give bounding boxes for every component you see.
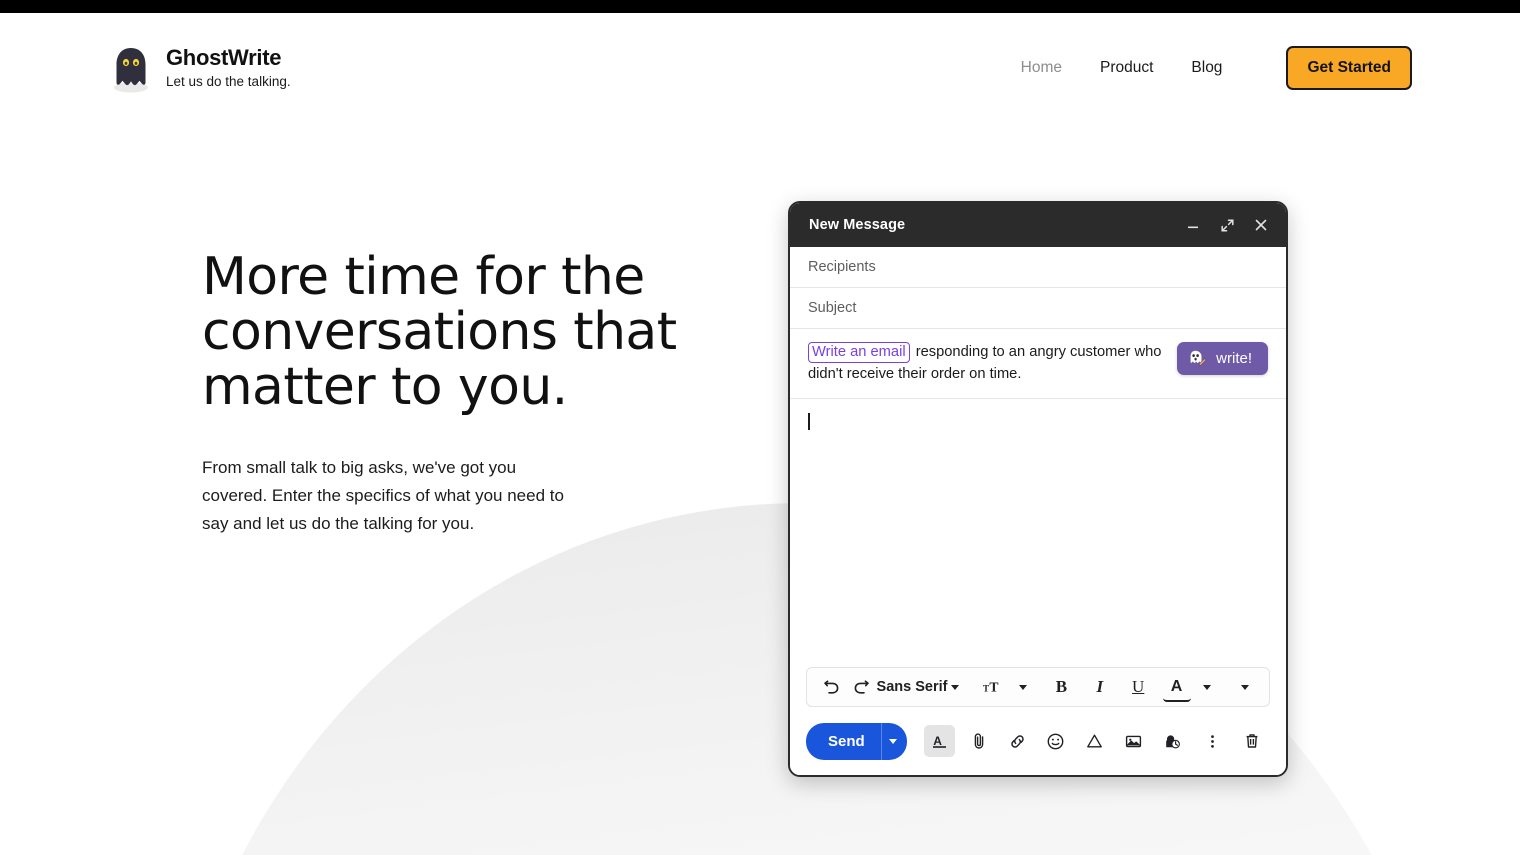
brand-tagline: Let us do the talking.: [166, 74, 291, 90]
write-button[interactable]: write!: [1177, 342, 1268, 375]
bold-icon[interactable]: B: [1047, 672, 1075, 702]
main-navigation: Home Product Blog Get Started: [1002, 46, 1412, 90]
brand-text-group: GhostWrite Let us do the talking.: [166, 45, 291, 91]
prompt-row: Write an email responding to an angry cu…: [790, 329, 1286, 399]
expand-icon[interactable]: [1218, 216, 1236, 234]
recipients-field[interactable]: Recipients: [790, 247, 1286, 288]
compose-window-title: New Message: [809, 217, 906, 233]
nav-link-home[interactable]: Home: [1002, 59, 1081, 77]
compose-window-header: New Message: [790, 203, 1286, 247]
brand-logo-group[interactable]: GhostWrite Let us do the talking.: [108, 42, 291, 94]
trash-icon[interactable]: [1236, 725, 1267, 757]
formatting-options-icon[interactable]: A: [924, 725, 956, 757]
insert-link-icon[interactable]: [1002, 725, 1033, 757]
write-button-label: write!: [1216, 350, 1252, 367]
hero-headline: More time for the conversations that mat…: [202, 247, 677, 417]
insert-photo-icon[interactable]: [1118, 725, 1149, 757]
hero-section: More time for the conversations that mat…: [202, 250, 722, 538]
hero-subtext: From small talk to big asks, we've got y…: [202, 458, 564, 533]
site-header: GhostWrite Let us do the talking. Home P…: [0, 13, 1520, 123]
svg-text:A: A: [934, 734, 943, 748]
underline-icon[interactable]: U: [1124, 672, 1152, 702]
send-button-group[interactable]: Send: [806, 722, 908, 760]
minimize-icon[interactable]: [1184, 216, 1202, 234]
formatting-toolbar: Sans Serif T T B I U A: [806, 667, 1270, 707]
insert-drive-icon[interactable]: [1079, 725, 1110, 757]
subject-field[interactable]: Subject: [790, 288, 1286, 329]
font-size-chevron-down-icon[interactable]: [1009, 672, 1037, 702]
italic-icon[interactable]: I: [1086, 672, 1114, 702]
message-body-input[interactable]: [790, 399, 1286, 667]
send-options-chevron-down-icon[interactable]: [880, 722, 908, 760]
compose-body: Recipients Subject Write an email respon…: [790, 247, 1286, 775]
recipients-placeholder: Recipients: [808, 259, 876, 275]
browser-top-bar: [0, 0, 1520, 13]
send-button[interactable]: Send: [806, 723, 881, 760]
prompt-input[interactable]: Write an email responding to an angry cu…: [808, 340, 1169, 385]
text-color-chevron-down-icon[interactable]: [1193, 672, 1221, 702]
more-options-icon[interactable]: [1198, 725, 1229, 757]
compose-window: New Message Recipients Subject Write an …: [788, 201, 1288, 777]
prompt-tag[interactable]: Write an email: [808, 342, 910, 363]
svg-text:T: T: [983, 684, 989, 694]
svg-text:T: T: [989, 680, 998, 695]
ghost-pencil-icon: [1188, 350, 1207, 367]
redo-icon[interactable]: [847, 672, 875, 702]
text-cursor: [808, 413, 810, 431]
font-family-chevron-down-icon[interactable]: [941, 672, 969, 702]
nav-link-product[interactable]: Product: [1081, 59, 1172, 77]
nav-link-blog[interactable]: Blog: [1172, 59, 1241, 77]
confidential-mode-icon[interactable]: [1157, 725, 1188, 757]
page-root: GhostWrite Let us do the talking. Home P…: [0, 0, 1520, 855]
subject-placeholder: Subject: [808, 300, 857, 316]
font-size-icon[interactable]: T T: [979, 672, 1007, 702]
get-started-button[interactable]: Get Started: [1286, 46, 1412, 90]
text-color-icon[interactable]: A: [1162, 672, 1191, 702]
insert-emoji-icon[interactable]: [1041, 725, 1072, 757]
font-family-select[interactable]: Sans Serif: [877, 672, 948, 702]
attach-file-icon[interactable]: [963, 725, 994, 757]
ghost-icon: [108, 42, 154, 94]
brand-name: GhostWrite: [166, 45, 282, 71]
compose-window-controls: [1184, 216, 1270, 234]
compose-action-bar: Send A: [790, 717, 1286, 775]
more-formatting-icon[interactable]: [1231, 672, 1259, 702]
close-icon[interactable]: [1252, 216, 1270, 234]
undo-icon[interactable]: [817, 672, 845, 702]
